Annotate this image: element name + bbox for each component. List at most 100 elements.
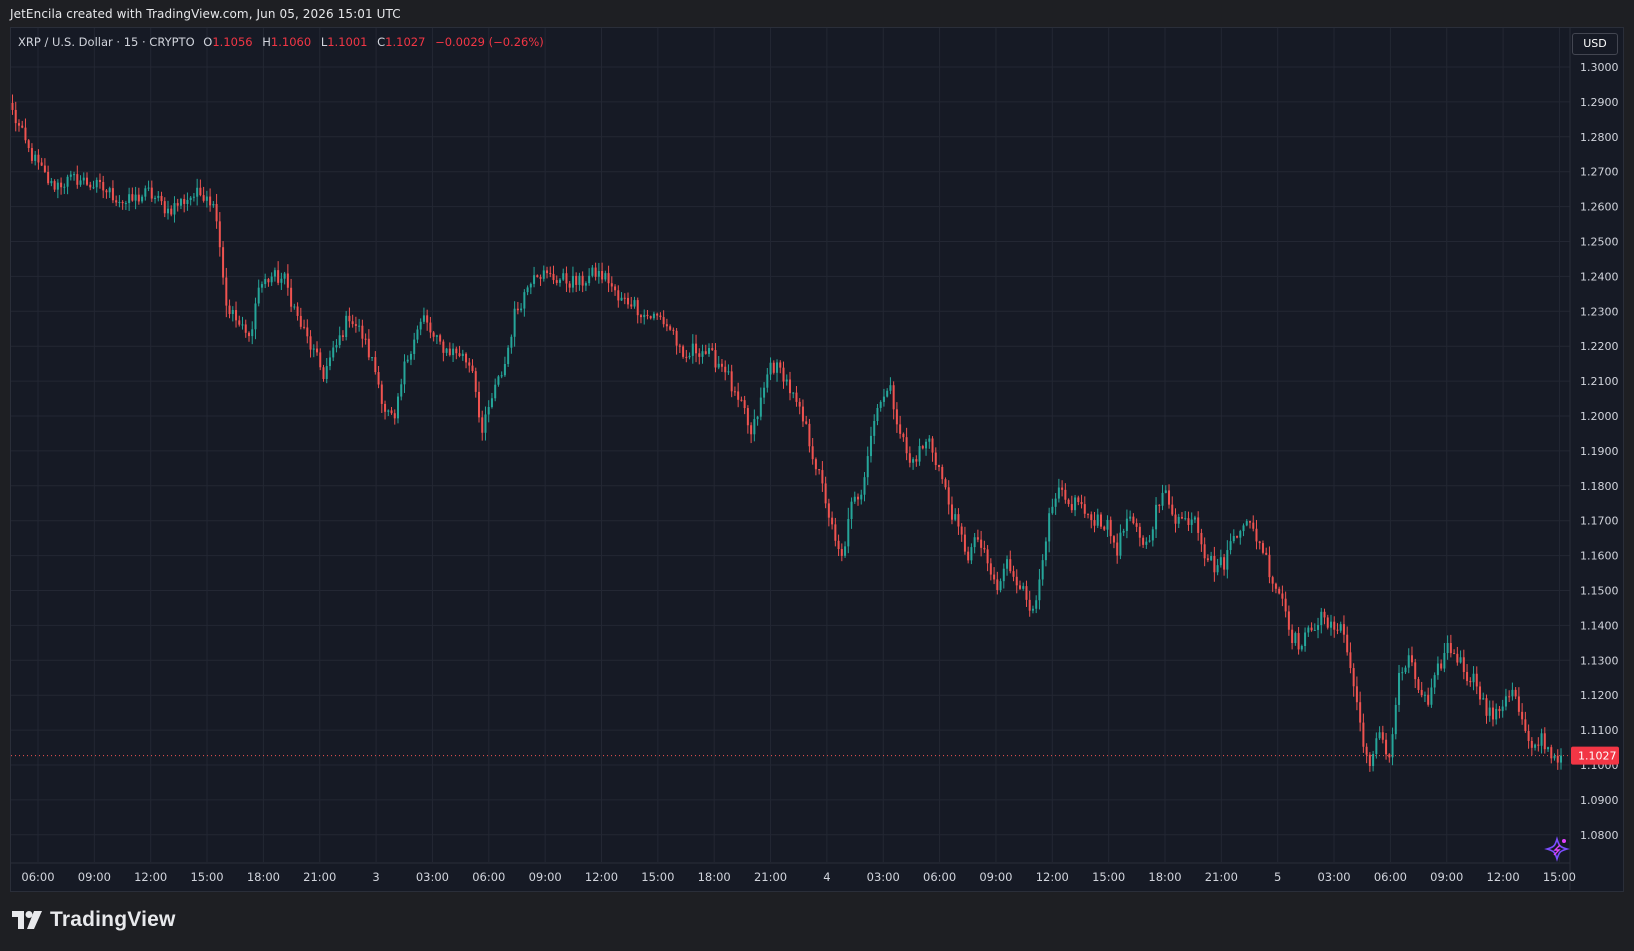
candle [166, 200, 170, 220]
candle-body [827, 503, 830, 518]
candle-body [490, 398, 493, 408]
candle [944, 477, 947, 490]
candle [1031, 605, 1034, 614]
candle [205, 190, 208, 208]
candle [1433, 672, 1436, 695]
candle-body [866, 456, 869, 478]
candle-body [455, 348, 458, 354]
candle [328, 350, 331, 371]
candle [296, 302, 299, 321]
price-tick-label: 1.1800 [1580, 480, 1619, 493]
candle [1320, 607, 1323, 634]
candle-body [1508, 696, 1511, 698]
brand-name: TradingView [50, 908, 176, 931]
candle-body [824, 483, 827, 504]
candle-body [1099, 514, 1102, 527]
candle-body [1044, 541, 1047, 561]
candle [1012, 565, 1015, 582]
candle-body [328, 357, 331, 367]
candle-body [1355, 686, 1358, 703]
candle [866, 446, 869, 486]
candle [484, 406, 487, 441]
candle [494, 378, 497, 402]
candle-body [1067, 499, 1070, 505]
time-tick-label: 09:00 [979, 870, 1012, 884]
candle [1504, 688, 1507, 711]
tradingview-logo[interactable]: TradingView [12, 908, 176, 932]
candle [73, 171, 76, 181]
candle [912, 457, 915, 470]
candle-body [1018, 585, 1022, 589]
candle-body [818, 469, 821, 471]
ai-sparkle-icon[interactable] [1544, 836, 1570, 862]
candle-body [79, 180, 82, 185]
candle [1547, 746, 1550, 752]
candle-body [1103, 526, 1106, 530]
candle-body [416, 329, 419, 340]
candle [536, 274, 539, 278]
candle [1375, 732, 1378, 759]
time-tick-label: 06:00 [21, 870, 54, 884]
candle [1449, 634, 1452, 658]
candle [419, 318, 422, 336]
candle-body [1232, 536, 1235, 542]
candle-body [247, 332, 250, 337]
candle-body [1517, 696, 1520, 712]
candle-body [746, 408, 749, 426]
candle [1453, 649, 1456, 655]
candle [1187, 511, 1190, 532]
candle [215, 193, 218, 229]
candle-body [374, 357, 377, 373]
candle-body [776, 362, 779, 373]
candle [154, 195, 157, 204]
candle-body [607, 273, 610, 284]
candle-body [1320, 611, 1323, 626]
candle-body [1479, 686, 1482, 700]
candle-body [1527, 730, 1530, 741]
candle-body [121, 201, 124, 204]
candle [983, 540, 986, 553]
candle-body [183, 198, 186, 204]
candle-body [698, 353, 701, 357]
price-chart[interactable]: 1.3000 1.2900 1.2800 1.2700 1.2600 1.2500 1.24… [0, 0, 1634, 951]
candle-body [1274, 583, 1277, 589]
candle [490, 392, 493, 409]
candle [957, 508, 960, 535]
candle-body [254, 303, 257, 330]
candle-body [623, 297, 626, 299]
candle-body [345, 315, 348, 337]
candle-body [325, 366, 328, 379]
candle-body [228, 305, 231, 314]
high-label: H [262, 35, 271, 49]
candle [575, 272, 578, 293]
time-tick-label: 12:00 [134, 870, 167, 884]
candle [1511, 682, 1514, 701]
time-tick-label: 21:00 [754, 870, 787, 884]
candle [1051, 498, 1054, 515]
candle-body [1336, 629, 1339, 631]
candle [1274, 582, 1277, 594]
candle-body [717, 363, 720, 368]
symbol-label[interactable]: XRP / U.S. Dollar · 15 · CRYPTO [18, 35, 195, 49]
candle [481, 410, 484, 441]
candle [714, 343, 717, 373]
time-tick-label: 21:00 [1205, 870, 1238, 884]
candle-body [1109, 519, 1112, 537]
candle-body [1329, 621, 1332, 628]
candle [384, 400, 387, 420]
candle [976, 529, 979, 543]
candle-body [270, 276, 273, 283]
candle-body [1184, 518, 1187, 520]
candle-body [934, 452, 937, 466]
candle-body [1203, 544, 1206, 559]
candle-body [60, 182, 63, 188]
currency-button[interactable]: USD [1572, 33, 1618, 55]
candle [960, 523, 963, 542]
candle [928, 435, 931, 449]
candle [1414, 658, 1417, 689]
candle [1495, 703, 1498, 725]
candle [27, 139, 30, 153]
candle [776, 359, 779, 382]
candle-body [1112, 536, 1115, 543]
candle [332, 340, 335, 362]
